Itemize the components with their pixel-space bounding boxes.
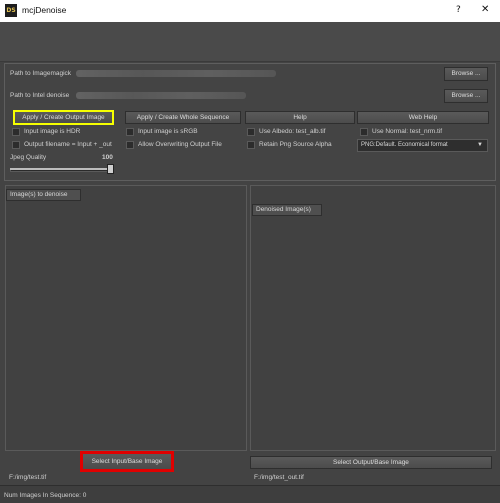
output-filename-label: Output filename = Input + _out — [24, 141, 112, 148]
select-input-button[interactable]: Select Input/Base Image — [80, 451, 174, 472]
use-normal-label: Use Normal: test_nrm.tif — [372, 128, 443, 135]
jpeg-quality-value: 100 — [102, 154, 113, 161]
top-band — [0, 22, 500, 62]
png-format-value: PNG:Default. Economical format — [361, 142, 448, 148]
jpeg-quality-fill — [10, 168, 110, 170]
input-images-pane[interactable] — [5, 185, 247, 451]
input-hdr-checkbox[interactable] — [12, 128, 20, 136]
input-srgb-checkbox[interactable] — [126, 128, 134, 136]
intel-path-label: Path to Intel denoise — [10, 92, 70, 99]
help-icon[interactable]: ? — [456, 5, 461, 15]
output-images-header: Denoised Image(s) — [252, 204, 322, 216]
use-albedo-label: Use Albedo: test_alb.tif — [259, 128, 326, 135]
input-srgb-label: Input image is sRGB — [138, 128, 198, 135]
apply-output-button[interactable]: Apply / Create Output Image — [13, 110, 114, 125]
apply-sequence-button[interactable]: Apply / Create Whole Sequence — [125, 111, 241, 124]
title-bar: DS mcjDenoise ? ✕ — [0, 0, 500, 22]
output-images-pane[interactable] — [250, 185, 496, 451]
output-path: F:/img/test_out.tif — [254, 474, 304, 481]
input-hdr-label: Input image is HDR — [24, 128, 81, 135]
use-normal-checkbox[interactable] — [360, 128, 368, 136]
input-images-header: Image(s) to denoise — [6, 189, 81, 201]
allow-overwrite-label: Allow Overwriting Output File — [138, 141, 222, 148]
allow-overwrite-checkbox[interactable] — [126, 141, 134, 149]
web-help-button[interactable]: Web Help — [357, 111, 489, 124]
window-title: mcjDenoise — [22, 5, 67, 15]
intel-path-value — [76, 92, 246, 99]
app-logo-icon: DS — [5, 4, 17, 17]
output-filename-checkbox[interactable] — [12, 141, 20, 149]
browse-intel-button[interactable]: Browse ... — [444, 89, 488, 103]
imagemagick-path-label: Path to Imagemagick — [10, 70, 72, 77]
jpeg-quality-thumb[interactable] — [107, 164, 114, 174]
close-icon[interactable]: ✕ — [481, 4, 489, 15]
use-albedo-checkbox[interactable] — [247, 128, 255, 136]
status-text: Num Images In Sequence: 0 — [4, 492, 87, 499]
imagemagick-path-value — [76, 70, 276, 77]
jpeg-quality-label: Jpeg Quality — [10, 154, 47, 161]
chevron-down-icon: ▼ — [477, 142, 483, 148]
help-button[interactable]: Help — [245, 111, 355, 124]
retain-alpha-checkbox[interactable] — [247, 141, 255, 149]
jpeg-quality-slider[interactable] — [10, 164, 114, 174]
select-output-button[interactable]: Select Output/Base Image — [250, 456, 492, 469]
input-path: F:/img/test.tif — [9, 474, 47, 481]
browse-imagemagick-button[interactable]: Browse ... — [444, 67, 488, 81]
png-format-select[interactable]: PNG:Default. Economical format ▼ — [357, 139, 488, 152]
retain-alpha-label: Retain Png Source Alpha — [259, 141, 332, 148]
